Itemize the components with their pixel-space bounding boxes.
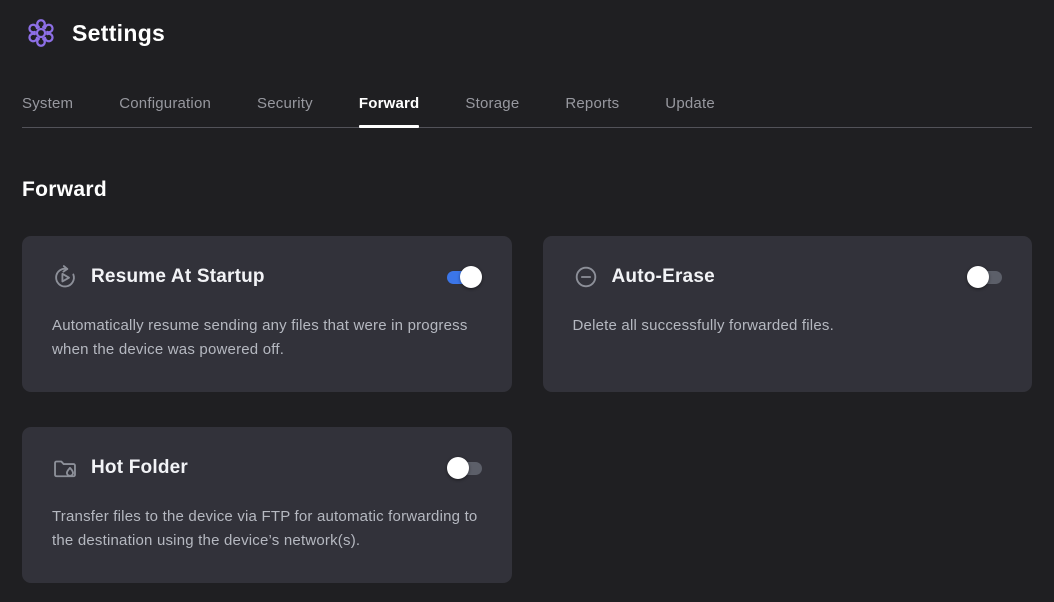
card-title: Resume At Startup (91, 266, 265, 288)
hot-folder-icon (52, 455, 78, 481)
card-description: Automatically resume sending any files t… (52, 314, 482, 362)
card-title: Hot Folder (91, 457, 188, 479)
tab-storage[interactable]: Storage (465, 95, 519, 127)
tab-update[interactable]: Update (665, 95, 715, 127)
auto-erase-card: Auto-Erase Delete all successfully forwa… (543, 236, 1033, 392)
auto-erase-toggle[interactable] (967, 266, 1002, 288)
tab-reports[interactable]: Reports (565, 95, 619, 127)
card-head: Resume At Startup (52, 264, 482, 290)
toggle-knob (967, 266, 989, 288)
minus-circle-icon (573, 264, 599, 290)
card-head: Hot Folder (52, 455, 482, 481)
settings-tabs: System Configuration Security Forward St… (22, 95, 1032, 128)
tab-system[interactable]: System (22, 95, 73, 127)
toggle-knob (460, 266, 482, 288)
app-header: Settings (0, 0, 1054, 51)
tab-security[interactable]: Security (257, 95, 313, 127)
page-title: Settings (72, 20, 165, 47)
settings-cards: Resume At Startup Automatically resume s… (22, 236, 1032, 583)
tab-configuration[interactable]: Configuration (119, 95, 211, 127)
card-title: Auto-Erase (612, 266, 715, 288)
card-description: Transfer files to the device via FTP for… (52, 505, 482, 553)
resume-icon (52, 264, 78, 290)
resume-at-startup-card: Resume At Startup Automatically resume s… (22, 236, 512, 392)
gear-icon (23, 15, 59, 51)
hot-folder-card: Hot Folder Transfer files to the device … (22, 427, 512, 583)
card-description: Delete all successfully forwarded files. (573, 314, 1003, 338)
hot-folder-toggle[interactable] (447, 457, 482, 479)
tab-forward[interactable]: Forward (359, 95, 420, 127)
toggle-knob (447, 457, 469, 479)
resume-at-startup-toggle[interactable] (447, 266, 482, 288)
card-head: Auto-Erase (573, 264, 1003, 290)
section-heading: Forward (22, 178, 1032, 202)
